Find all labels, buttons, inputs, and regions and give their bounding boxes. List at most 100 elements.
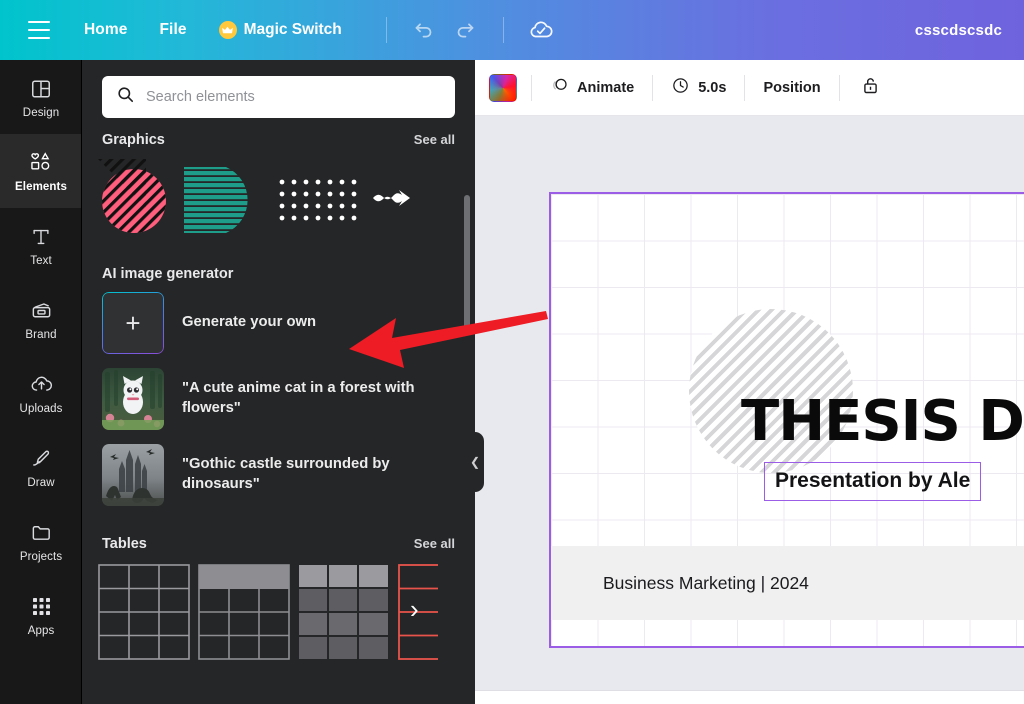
redo-icon[interactable] bbox=[451, 15, 481, 45]
tables-see-all[interactable]: See all bbox=[414, 536, 455, 551]
ai-item-generate-your-own[interactable]: + Generate your own bbox=[102, 292, 455, 354]
slide-footer-text: Business Marketing | 2024 bbox=[603, 572, 809, 593]
tables-section-header: Tables See all bbox=[82, 520, 475, 552]
nav-home[interactable]: Home bbox=[84, 21, 127, 39]
search-wrapper bbox=[82, 60, 475, 118]
graphic-striped-teal-half-circle[interactable] bbox=[182, 159, 270, 244]
toolbar-divider-2 bbox=[502, 17, 504, 43]
collapse-panel-handle[interactable]: ❮ bbox=[466, 432, 484, 492]
slide-subtitle-textbox[interactable]: Presentation by Ale bbox=[764, 462, 982, 501]
undo-icon[interactable] bbox=[409, 15, 439, 45]
sidebar-item-brand[interactable]: Brand bbox=[0, 282, 81, 356]
generate-your-own-tile[interactable]: + bbox=[102, 292, 164, 354]
animate-icon bbox=[550, 76, 569, 99]
graphics-title: Graphics bbox=[102, 132, 165, 148]
table-preview-header-row[interactable] bbox=[198, 564, 290, 665]
panel-scrollbar[interactable] bbox=[464, 195, 470, 330]
sidebar-item-text[interactable]: Text bbox=[0, 208, 81, 282]
slide-canvas[interactable]: THESIS D Presentation by Ale Business Ma… bbox=[549, 192, 1024, 648]
canvas-toolbar: Animate 5.0s Position bbox=[475, 60, 1024, 116]
clock-icon bbox=[671, 76, 690, 99]
graphic-wavy-arrow[interactable] bbox=[372, 179, 414, 224]
toolbar-divider-1 bbox=[385, 17, 387, 43]
sidebar-label-uploads: Uploads bbox=[19, 402, 63, 415]
magic-switch-label: Magic Switch bbox=[243, 21, 342, 38]
sidebar-item-elements[interactable]: Elements bbox=[0, 134, 81, 208]
canvas-toolbar-divider-3 bbox=[744, 74, 746, 101]
rainbow-color-swatch[interactable] bbox=[489, 73, 517, 102]
canvas-area[interactable]: THESIS D Presentation by Ale Business Ma… bbox=[475, 116, 1024, 704]
position-label: Position bbox=[763, 79, 821, 96]
sidebar-item-uploads[interactable]: Uploads bbox=[0, 356, 81, 430]
nav-file[interactable]: File bbox=[159, 21, 186, 39]
elements-shapes-icon bbox=[28, 150, 54, 176]
graphic-dot-grid-pattern[interactable] bbox=[278, 171, 364, 232]
account-username[interactable]: csscdscsdc bbox=[915, 22, 1002, 39]
tables-row: › bbox=[82, 552, 475, 665]
chevron-right-icon[interactable]: › bbox=[410, 596, 419, 622]
apps-grid-icon bbox=[28, 594, 54, 620]
slide-subtitle: Presentation by Ale bbox=[775, 469, 971, 492]
brand-card-icon bbox=[28, 298, 54, 324]
search-icon bbox=[116, 85, 135, 109]
table-preview-striped[interactable] bbox=[298, 564, 390, 665]
sidebar-label-draw: Draw bbox=[27, 476, 55, 489]
anime-cat-thumb[interactable] bbox=[102, 368, 164, 430]
chevron-left-icon: ❮ bbox=[469, 455, 481, 469]
sidebar-item-draw[interactable]: Draw bbox=[0, 430, 81, 504]
slide-title[interactable]: THESIS D bbox=[741, 389, 1024, 454]
sidebar-label-text: Text bbox=[30, 254, 52, 267]
graphics-section-header: Graphics See all bbox=[82, 118, 475, 148]
plus-icon: + bbox=[125, 308, 141, 338]
ai-generator-title: AI image generator bbox=[102, 266, 234, 282]
search-input[interactable] bbox=[146, 89, 441, 105]
hamburger-menu-icon[interactable] bbox=[28, 21, 50, 39]
ai-generator-list: + Generate your own "A cute anime cat in… bbox=[82, 282, 475, 506]
left-rail: Design Elements Text Brand Uploads Draw … bbox=[0, 60, 82, 704]
search-box[interactable] bbox=[102, 76, 455, 118]
canvas-stage: Animate 5.0s Position THESIS D Presentat… bbox=[475, 60, 1024, 704]
ai-item-label: "A cute anime cat in a forest with flowe… bbox=[182, 380, 415, 416]
cloud-check-icon[interactable] bbox=[526, 15, 556, 45]
design-layout-icon bbox=[28, 76, 54, 102]
sidebar-label-design: Design bbox=[22, 106, 60, 119]
graphics-row bbox=[82, 148, 475, 244]
graphics-see-all[interactable]: See all bbox=[414, 132, 455, 147]
sidebar-label-projects: Projects bbox=[19, 550, 63, 563]
ai-item-label: "Gothic castle surrounded by dinosaurs" bbox=[182, 456, 390, 492]
canvas-toolbar-divider-4 bbox=[838, 74, 840, 101]
upload-cloud-icon bbox=[28, 372, 54, 398]
sidebar-item-apps[interactable]: Apps bbox=[0, 578, 81, 652]
tables-title: Tables bbox=[102, 536, 147, 552]
sidebar-label-brand: Brand bbox=[25, 328, 57, 341]
gothic-castle-thumb[interactable] bbox=[102, 444, 164, 506]
slide-footer-band[interactable]: Business Marketing | 2024 bbox=[551, 546, 1024, 620]
sidebar-item-design[interactable]: Design bbox=[0, 60, 81, 134]
sidebar-label-apps: Apps bbox=[27, 624, 55, 637]
duration-label: 5.0s bbox=[698, 79, 727, 96]
crown-icon bbox=[218, 21, 237, 39]
unlock-icon bbox=[860, 75, 881, 100]
elements-panel: Graphics See all bbox=[82, 60, 475, 704]
ai-item-label: Generate your own bbox=[182, 314, 317, 331]
canvas-bottom-strip bbox=[475, 690, 1024, 704]
animate-label: Animate bbox=[577, 79, 635, 96]
sidebar-item-projects[interactable]: Projects bbox=[0, 504, 81, 578]
text-t-icon bbox=[28, 224, 54, 250]
table-preview-plain-grid[interactable] bbox=[98, 564, 190, 665]
ai-item-anime-cat[interactable]: "A cute anime cat in a forest with flowe… bbox=[102, 368, 455, 430]
canvas-toolbar-divider-2 bbox=[652, 74, 654, 101]
position-button[interactable]: Position bbox=[759, 75, 824, 101]
magic-switch-button[interactable]: Magic Switch bbox=[218, 21, 342, 39]
top-bar: Home File Magic Switch csscdscsdc bbox=[0, 0, 1024, 60]
table-preview-red-outline[interactable]: › bbox=[398, 564, 446, 665]
animate-button[interactable]: Animate bbox=[546, 71, 638, 104]
sidebar-label-elements: Elements bbox=[15, 180, 67, 193]
canvas-toolbar-divider-1 bbox=[531, 74, 532, 101]
lock-button[interactable] bbox=[854, 70, 887, 105]
folder-icon bbox=[28, 520, 54, 546]
graphic-striped-pink-circle[interactable] bbox=[98, 158, 174, 244]
ai-item-gothic-castle[interactable]: "Gothic castle surrounded by dinosaurs" bbox=[102, 444, 455, 506]
duration-button[interactable]: 5.0s bbox=[667, 71, 730, 104]
draw-pen-icon bbox=[28, 446, 54, 472]
